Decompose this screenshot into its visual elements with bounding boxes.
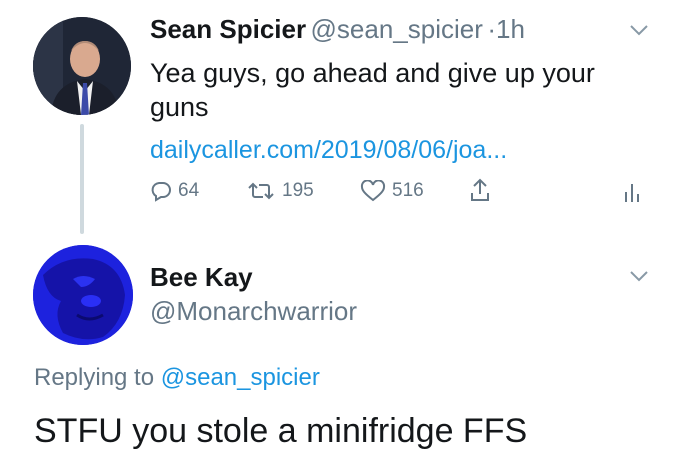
reply-count: 64	[178, 180, 200, 201]
retweet-icon	[248, 182, 274, 200]
display-name[interactable]: Sean Spicier	[150, 14, 306, 44]
reply-icon	[151, 182, 171, 202]
chevron-down-icon[interactable]	[629, 270, 649, 282]
retweet-action[interactable]: 195	[246, 180, 314, 202]
replying-to-line: Replying to @sean_spicier	[34, 364, 320, 392]
tweet-text-line: guns	[150, 92, 209, 122]
retweet-count: 195	[282, 180, 314, 201]
share-icon[interactable]	[468, 177, 492, 203]
reply-display-name[interactable]: Bee Kay	[150, 262, 253, 293]
reply-user-handle[interactable]: @Monarchwarrior	[150, 296, 357, 327]
tweet-text: Yea guys, go ahead and give up your guns	[150, 56, 595, 124]
reply-text: STFU you stole a minifridge FFS	[34, 412, 528, 450]
sean-spicier-avatar[interactable]	[33, 17, 131, 115]
tweet-header: Sean Spicier @sean_spicier ·1h	[150, 14, 525, 45]
tweet-link[interactable]: dailycaller.com/2019/08/06/joa...	[150, 136, 507, 165]
analytics-icon[interactable]	[623, 180, 641, 204]
chevron-down-icon[interactable]	[629, 24, 649, 36]
replying-to-label: Replying to	[34, 364, 155, 391]
reply-action[interactable]: 64	[150, 180, 199, 202]
tweet-text-line: Yea guys, go ahead and give up your	[150, 58, 595, 88]
time-separator: ·	[487, 14, 497, 44]
like-icon	[360, 180, 386, 202]
thread-line	[80, 124, 84, 234]
replying-to-mention[interactable]: @sean_spicier	[161, 364, 320, 391]
user-handle[interactable]: @sean_spicier	[311, 14, 483, 44]
like-action[interactable]: 516	[360, 180, 424, 202]
like-count: 516	[392, 180, 424, 201]
bee-kay-avatar[interactable]	[33, 245, 133, 345]
tweet-time[interactable]: 1h	[496, 14, 525, 44]
